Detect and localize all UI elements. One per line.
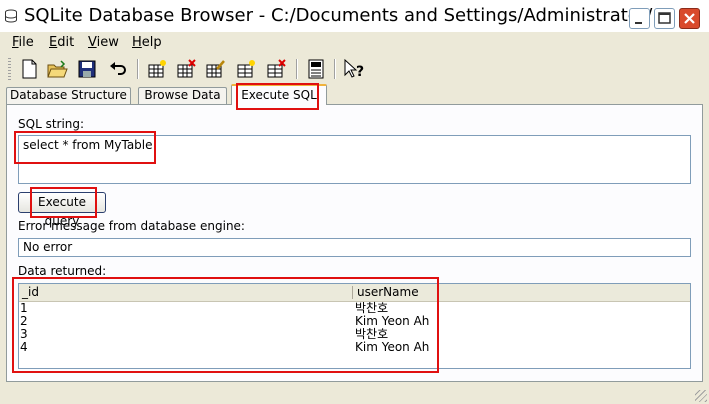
maximize-icon	[658, 12, 671, 24]
sql-log-icon	[308, 59, 324, 79]
menu-edit[interactable]: Edit	[49, 35, 74, 51]
menu-help[interactable]: Help	[132, 35, 162, 51]
column-header-username[interactable]: userName	[357, 285, 419, 300]
create-index-icon	[237, 60, 255, 78]
delete-index-button[interactable]	[264, 57, 288, 81]
sql-string-label: SQL string:	[18, 117, 85, 131]
delete-index-icon	[267, 59, 286, 78]
save-button[interactable]	[75, 57, 99, 81]
modify-table-button[interactable]	[203, 57, 227, 81]
column-header-id[interactable]: _id	[22, 285, 39, 300]
cell-id: 4	[20, 340, 28, 354]
whats-this-button[interactable]: ?	[342, 57, 366, 81]
whats-this-icon: ?	[344, 58, 364, 80]
open-database-button[interactable]	[45, 57, 69, 81]
resize-grip-icon[interactable]	[695, 390, 707, 402]
tab-browse-data[interactable]: Browse Data	[138, 87, 227, 104]
window-title: SQLite Database Browser - C:/Documents a…	[24, 5, 670, 26]
sql-input[interactable]: select * from MyTable	[18, 135, 691, 184]
open-database-icon	[47, 60, 68, 78]
menu-file[interactable]: File	[12, 35, 34, 51]
create-index-button[interactable]	[234, 57, 258, 81]
delete-table-button[interactable]	[174, 57, 198, 81]
column-divider[interactable]	[352, 286, 353, 299]
sql-log-button[interactable]	[304, 57, 328, 81]
svg-text:?: ?	[356, 64, 364, 80]
close-button[interactable]	[679, 8, 700, 29]
create-table-icon	[148, 60, 166, 78]
undo-icon	[110, 62, 126, 75]
maximize-button[interactable]	[654, 8, 675, 29]
table-row[interactable]: 4 Kim Yeon Ah	[19, 341, 690, 354]
new-database-icon	[22, 59, 37, 79]
close-icon	[684, 13, 695, 24]
cell-username: Kim Yeon Ah	[355, 340, 430, 354]
toolbar-separator	[137, 59, 139, 79]
tab-database-structure[interactable]: Database Structure	[6, 87, 131, 104]
undo-button[interactable]	[106, 57, 130, 81]
results-table[interactable]: _id userName 1 박찬호 2 Kim Yeon Ah 3 박찬호 4…	[18, 283, 691, 369]
title-bar: SQLite Database Browser - C:/Documents a…	[0, 0, 709, 32]
minimize-button[interactable]	[629, 8, 650, 29]
new-database-button[interactable]	[17, 57, 41, 81]
error-message-field: No error	[18, 238, 691, 257]
toolbar-grip[interactable]	[8, 58, 11, 80]
save-icon	[78, 60, 96, 78]
modify-table-icon	[206, 60, 225, 78]
menu-view[interactable]: View	[88, 35, 119, 51]
execute-query-button[interactable]: Execute query	[18, 192, 106, 228]
create-table-button[interactable]	[145, 57, 169, 81]
minimize-icon	[635, 22, 642, 24]
toolbar-separator	[334, 59, 336, 79]
menu-bar: File Edit View Help	[0, 33, 709, 53]
delete-table-icon	[177, 59, 196, 78]
error-message-label: Error message from database engine:	[18, 219, 245, 233]
tab-execute-sql[interactable]: Execute SQL	[231, 84, 327, 105]
results-header: _id userName	[19, 284, 690, 302]
status-bar	[0, 384, 709, 404]
toolbar: ?	[0, 54, 709, 84]
data-returned-label: Data returned:	[18, 264, 107, 278]
toolbar-separator	[296, 59, 298, 79]
database-icon	[5, 9, 17, 23]
